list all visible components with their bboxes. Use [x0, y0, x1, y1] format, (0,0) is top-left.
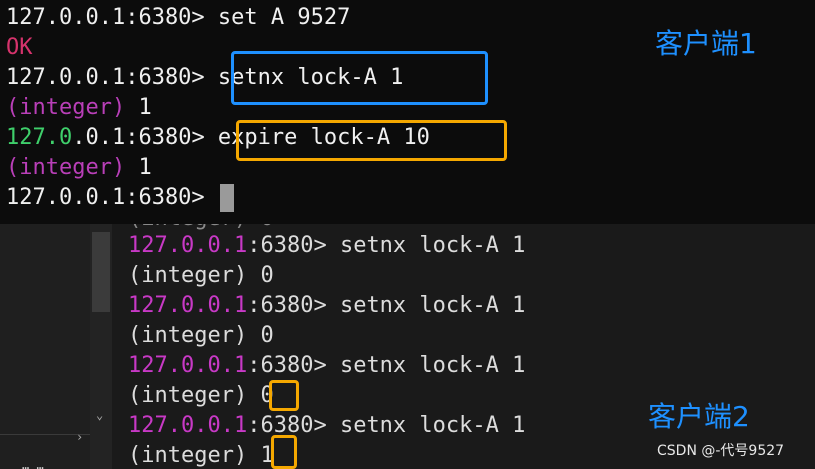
prompt-ip: 127.0.0.1 — [128, 413, 248, 438]
integer-value: 1 — [125, 155, 152, 180]
terminal-client-2[interactable]: ⌄ › … … (integer) 0 127.0.0.1:6380> setn… — [0, 224, 815, 469]
chevron-right-icon[interactable]: › — [76, 430, 83, 444]
terminal-line: (integer) 0 — [128, 323, 274, 348]
integer-label: (integer) — [128, 443, 261, 468]
terminal-line: (integer) 1 — [6, 153, 152, 183]
command: setnx lock-A 1 — [326, 293, 526, 318]
prompt: 127.0.0.1:6380> — [6, 65, 205, 90]
client-1-label: 客户端1 — [655, 27, 757, 60]
watermark: CSDN @-代号9527 — [657, 443, 785, 459]
prompt-ip: 127.0.0.1 — [128, 353, 248, 378]
prompt: .0.1:6380> — [72, 125, 205, 150]
terminal-line: 127.0.0.1:6380> setnx lock-A 1 — [128, 411, 525, 441]
terminal-line: (integer) 0 — [128, 263, 274, 288]
terminal-line[interactable]: 127.0.0.1:6380> — [6, 183, 234, 213]
prompt-port: :6380> — [247, 353, 327, 378]
prompt-green-part: 127.0 — [6, 125, 73, 150]
highlight-box-result-1 — [271, 435, 297, 469]
side-panel-text: … … — [22, 458, 44, 469]
integer-value: 1 — [125, 95, 152, 120]
terminal-line: (integer) 1 — [128, 441, 274, 469]
terminal-line: (integer) 1 — [6, 93, 152, 123]
prompt-ip: 127.0.0.1 — [128, 293, 248, 318]
client-2-label: 客户端2 — [648, 400, 750, 433]
chevron-down-icon[interactable]: ⌄ — [96, 408, 103, 422]
highlight-box-expire — [236, 120, 507, 161]
integer-label: (integer) — [128, 383, 261, 408]
command: setnx lock-A 1 — [326, 233, 526, 258]
terminal-line: (integer) 0 — [128, 381, 274, 411]
prompt: 127.0.0.1:6380> — [6, 5, 205, 30]
terminal-line: 127.0.0.1:6380> setnx lock-A 1 — [128, 351, 525, 381]
prompt-ip: 127.0.0.1 — [128, 233, 248, 258]
terminal-client-1[interactable]: 127.0.0.1:6380> set A 9527 OK 127.0.0.1:… — [0, 0, 815, 224]
terminal-line: 127.0.0.1:6380> setnx lock-A 1 — [128, 231, 525, 261]
highlight-box-setnx — [231, 51, 488, 105]
highlight-box-result-0 — [269, 380, 299, 411]
prompt-port: :6380> — [247, 293, 327, 318]
prompt-port: :6380> — [247, 233, 327, 258]
prompt: 127.0.0.1:6380> — [6, 185, 205, 210]
integer-label: (integer) — [6, 155, 126, 180]
text-cursor — [219, 184, 234, 212]
reply-ok: OK — [6, 35, 33, 60]
terminal-line: 127.0.0.1:6380> setnx lock-A 1 — [128, 291, 525, 321]
terminal-line: 127.0.0.1:6380> set A 9527 — [6, 3, 350, 33]
command: setnx lock-A 1 — [326, 353, 526, 378]
integer-label: (integer) — [6, 95, 126, 120]
scrollbar-thumb[interactable] — [92, 232, 110, 312]
command: set A 9527 — [204, 5, 351, 30]
command: setnx lock-A 1 — [326, 413, 526, 438]
